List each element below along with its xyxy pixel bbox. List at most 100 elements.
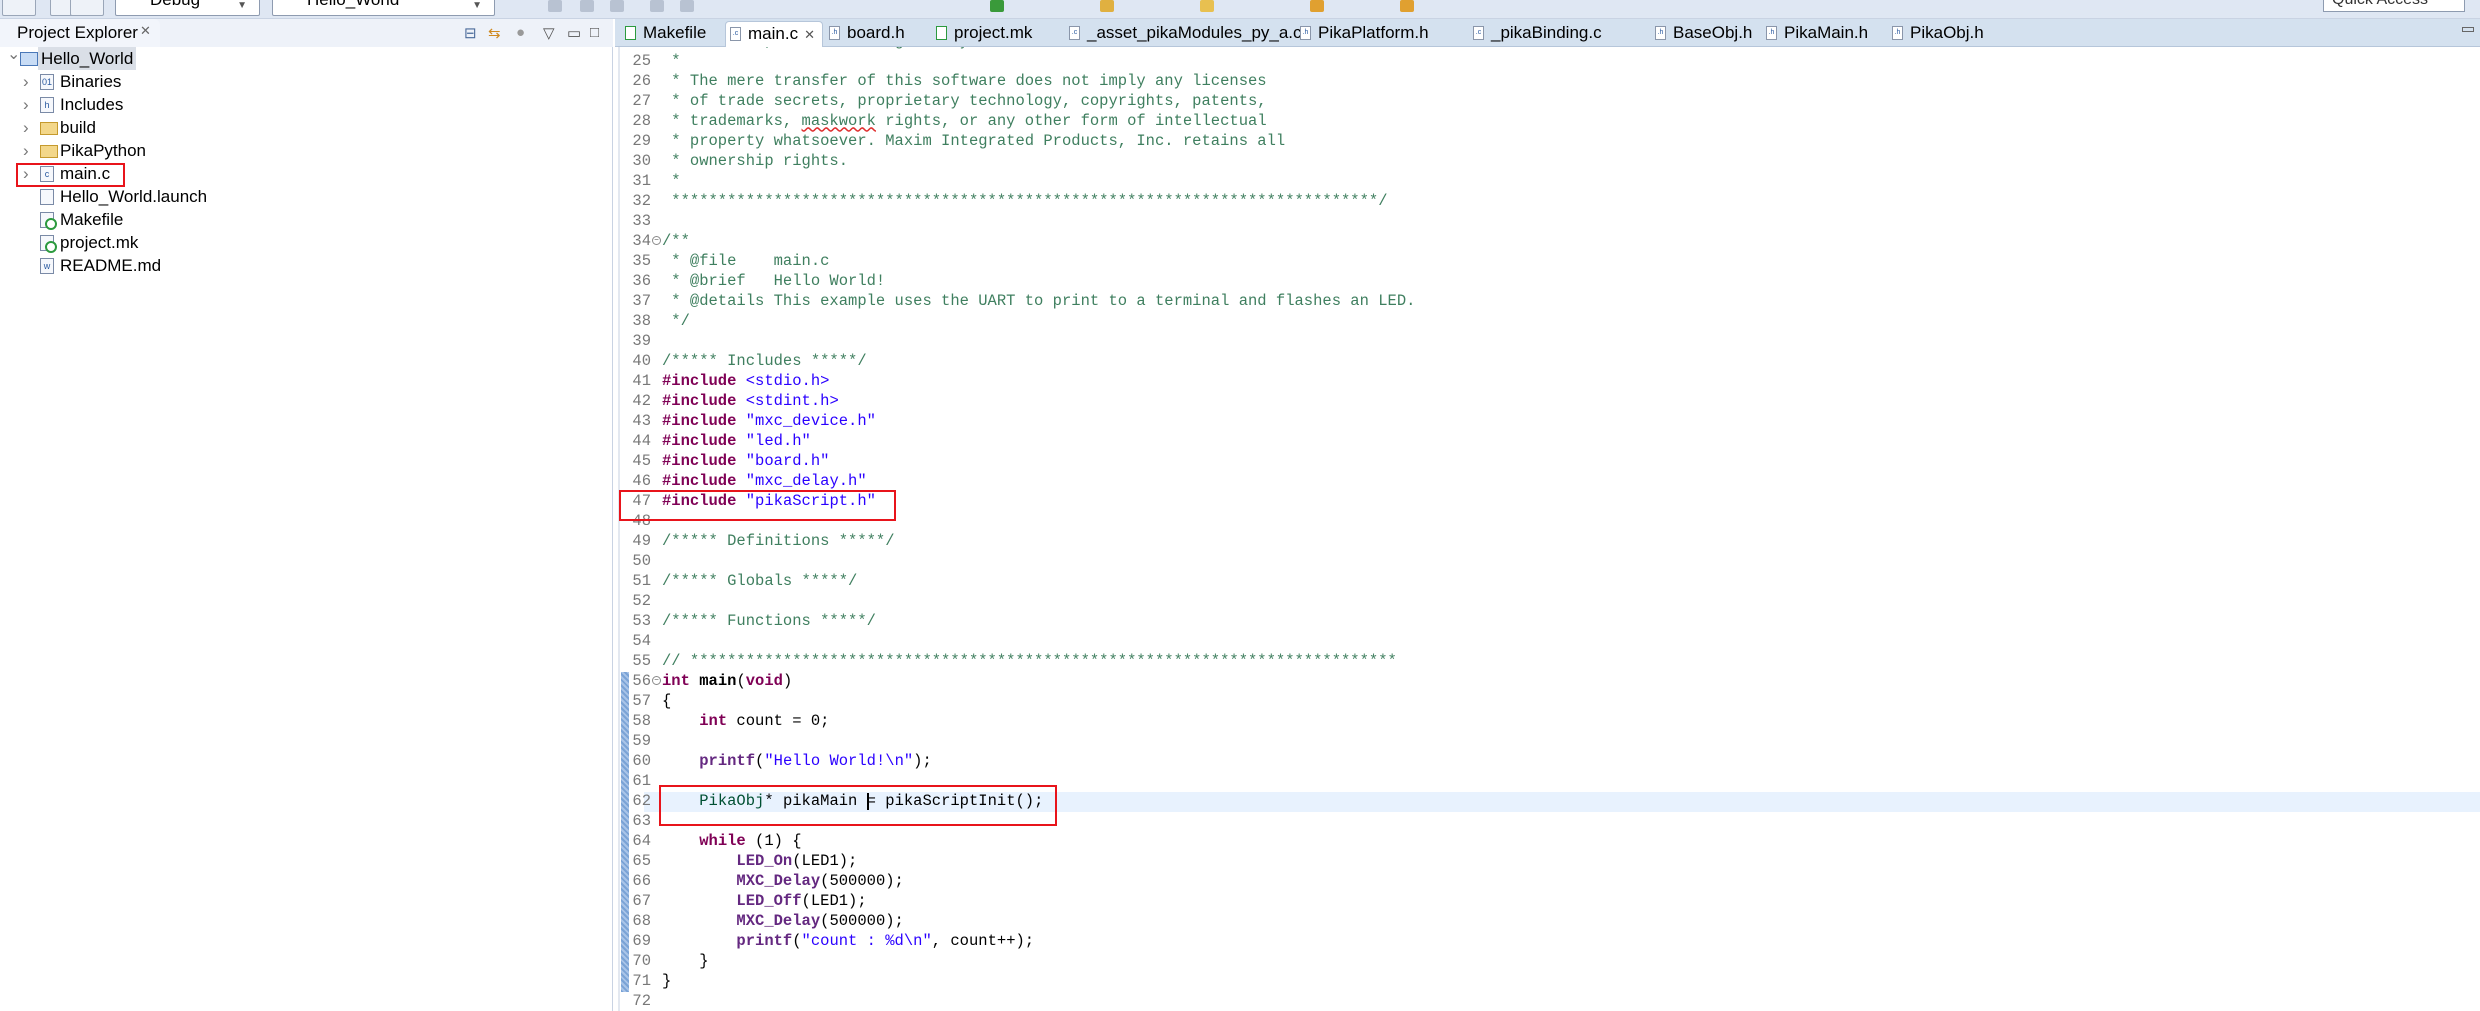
filter-icon[interactable]: ● (516, 24, 525, 41)
binary-icon[interactable] (650, 0, 664, 12)
line-number: 30 (632, 152, 651, 171)
build-button[interactable] (2, 0, 36, 16)
tree-item-includes[interactable]: › h Includes (0, 93, 600, 116)
tree-item-binaries[interactable]: › 01 Binaries (0, 70, 600, 93)
view-menu-icon[interactable]: ▽ (543, 24, 555, 42)
chevron-right-icon[interactable]: › (23, 162, 29, 185)
new-file-icon[interactable] (548, 0, 562, 12)
tree-item-readme-md[interactable]: w README.md (0, 254, 600, 277)
minimize-icon[interactable]: ▭ (567, 24, 581, 42)
line-number: 32 (632, 192, 651, 211)
code-token: // *************************************… (662, 652, 1397, 671)
tab-baseobj-h[interactable]: .h BaseObj.h (1651, 21, 1752, 47)
link-with-editor-icon[interactable]: ⇆ (488, 24, 501, 42)
line-number: 25 (632, 52, 651, 71)
code-line: 29 * property whatsoever. Maxim Integrat… (615, 131, 2480, 151)
tab-pikaobj-h[interactable]: .h PikaObj.h (1888, 21, 1984, 47)
launch-mode-select[interactable]: Debug ▼ (115, 0, 260, 16)
minimize-icon[interactable] (2462, 27, 2474, 32)
fold-collapse-icon[interactable]: − (652, 236, 661, 246)
code-token: "pikaScript.h" (745, 492, 876, 511)
code-line: 25 * (615, 51, 2480, 71)
line-number: 45 (632, 452, 651, 471)
tree-item-project-mk[interactable]: project.mk (0, 231, 600, 254)
code-token: (LED1); (792, 852, 858, 871)
maximize-icon[interactable]: □ (590, 24, 599, 41)
code-text: printf("Hello World!\n"); (662, 751, 932, 771)
tab-main-c[interactable]: .c main.c ✕ (725, 21, 823, 47)
code-text: * @details This example uses the UART to… (662, 291, 1415, 311)
tab-label: project.mk (954, 23, 1033, 42)
line-number: 57 (632, 692, 651, 711)
code-token: * The mere transfer of this software doe… (662, 72, 1267, 91)
tree-item-pikapython[interactable]: › PikaPython (0, 139, 600, 162)
tab-board-h[interactable]: .h board.h (825, 21, 905, 47)
save-icon[interactable] (580, 0, 594, 12)
tree-item-makefile[interactable]: Makefile (0, 208, 600, 231)
code-token: * ownership rights. (662, 152, 849, 171)
tree-item-label: main.c (60, 164, 111, 183)
run-icon[interactable] (990, 0, 1004, 12)
line-number: 61 (632, 772, 651, 791)
code-token: (500000); (820, 912, 904, 931)
close-icon[interactable]: ✕ (804, 27, 815, 42)
code-token: maskwork (801, 112, 876, 131)
tab--pikabinding-c[interactable]: .c _pikaBinding.c (1469, 21, 1602, 47)
tab-label: _asset_pikaModules_py_a.c (1087, 23, 1302, 42)
chevron-down-icon[interactable]: ⌄ (7, 43, 20, 66)
tree-item-main-c[interactable]: › c main.c (0, 162, 600, 185)
chevron-right-icon[interactable]: › (23, 139, 29, 162)
tab-pikamain-h[interactable]: .h PikaMain.h (1762, 21, 1868, 47)
chevron-right-icon[interactable]: › (23, 116, 29, 139)
tree-item-label: Includes (60, 95, 124, 114)
code-token: #include (662, 392, 737, 411)
code-text: */ (662, 311, 690, 331)
launch-config-select[interactable]: Hello_World ▼ (272, 0, 495, 16)
fold-collapse-icon[interactable]: − (652, 676, 661, 686)
project-explorer-tab[interactable]: Project Explorer ✕ (0, 19, 160, 47)
folder-icon (40, 122, 58, 135)
h-file-icon: .h (1655, 26, 1666, 40)
tab-project-mk[interactable]: project.mk (932, 21, 1032, 47)
tree-item-label: Makefile (60, 210, 124, 229)
code-token: MXC_Delay (736, 872, 821, 891)
code-line: 57 { (615, 691, 2480, 711)
open-folder-icon[interactable] (1100, 0, 1114, 12)
line-number: 54 (632, 632, 651, 651)
forward-icon[interactable] (1400, 0, 1414, 12)
save-all-icon[interactable] (610, 0, 624, 12)
tab-makefile[interactable]: Makefile (621, 21, 706, 47)
quick-access-input[interactable]: Quick Access (2323, 0, 2465, 12)
tree-item-hello-world[interactable]: ⌄ Hello_World (0, 46, 600, 70)
code-text: * (662, 171, 680, 191)
code-text: * trademarks, maskwork rights, or any ot… (662, 111, 1266, 131)
chevron-right-icon[interactable]: › (23, 93, 29, 116)
code-line: 54 (615, 631, 2480, 651)
code-line: 65 LED_On(LED1); (615, 851, 2480, 871)
line-number: 71 (632, 972, 651, 991)
chevron-right-icon[interactable]: › (23, 70, 29, 93)
tab-pikaplatform-h[interactable]: .h PikaPlatform.h (1296, 21, 1429, 47)
code-token: printf (699, 752, 756, 771)
tree-item-hello-world-launch[interactable]: Hello_World.launch (0, 185, 600, 208)
line-number: 42 (632, 392, 651, 411)
highlight-icon[interactable] (1200, 0, 1214, 12)
project-explorer-panel: Project Explorer ✕ ⊟ ⇆ ● ▽ ▭ □ ⌄ Hello_Wo… (0, 19, 613, 1011)
code-editor[interactable]: 24 * Products, Inc. Branding Policy.25 *… (615, 47, 2480, 1011)
close-icon[interactable]: ✕ (140, 23, 151, 39)
back-icon[interactable] (1310, 0, 1324, 12)
terminal-icon[interactable] (680, 0, 694, 12)
tab--asset-pikamodules-py-a-c[interactable]: .c _asset_pikaModules_py_a.c (1065, 21, 1302, 47)
tree-item-build[interactable]: › build (0, 116, 600, 139)
code-line: 39 (615, 331, 2480, 351)
line-number: 59 (632, 732, 651, 751)
debug-config-button[interactable] (70, 0, 104, 16)
collapse-all-icon[interactable]: ⊟ (464, 24, 477, 42)
code-line: 43 #include "mxc_device.h" (615, 411, 2480, 431)
code-text: ****************************************… (662, 191, 1387, 211)
